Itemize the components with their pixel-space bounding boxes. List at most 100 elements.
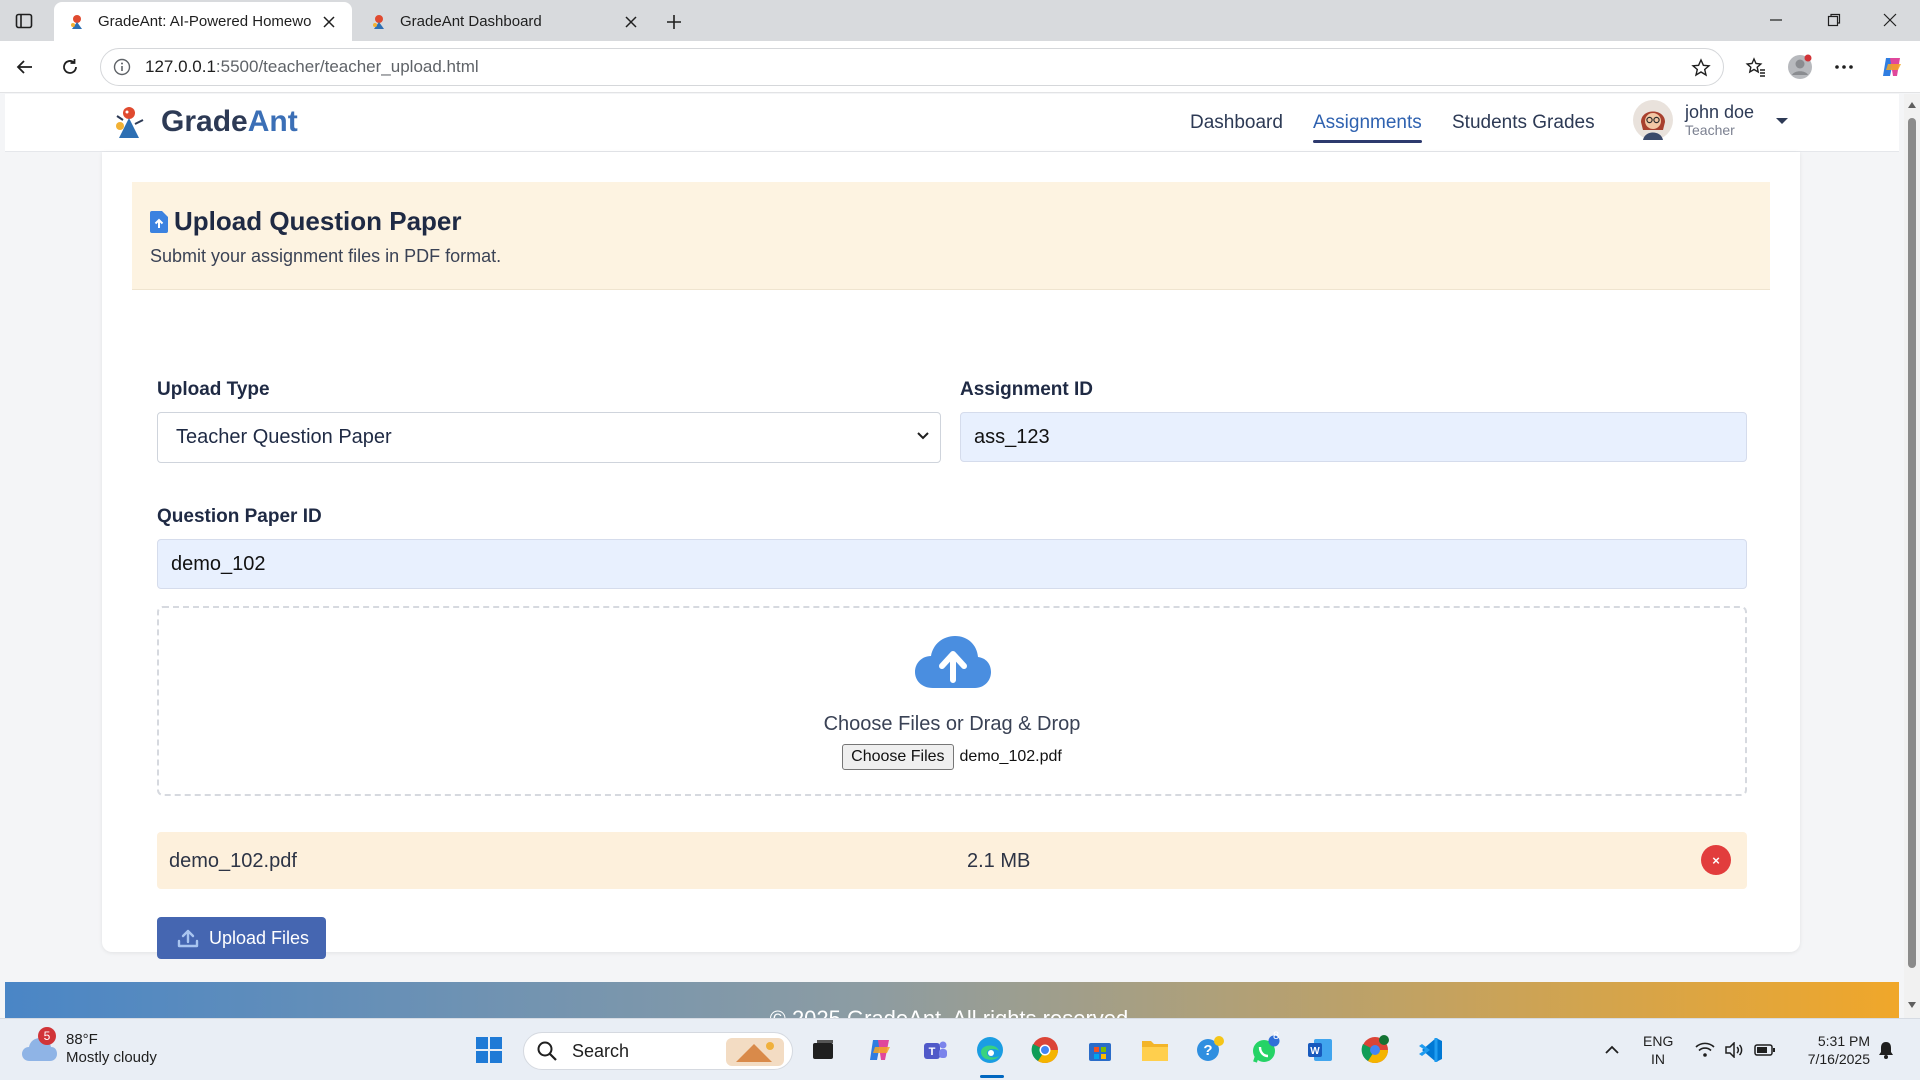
svg-text:?: ? bbox=[1203, 1042, 1212, 1059]
page-viewport: GradeAnt Dashboard Assignments Students … bbox=[0, 94, 1920, 1018]
active-app-indicator bbox=[980, 1075, 1004, 1078]
profile-icon[interactable] bbox=[1786, 53, 1814, 81]
scroll-up-icon[interactable] bbox=[1907, 100, 1917, 110]
language-line2: IN bbox=[1651, 1051, 1665, 1067]
file-upload-icon bbox=[150, 211, 168, 233]
weather-desc: Mostly cloudy bbox=[66, 1049, 157, 1066]
upload-files-label: Upload Files bbox=[209, 927, 310, 948]
taskbar-search[interactable]: Search bbox=[523, 1032, 793, 1070]
upload-type-label: Upload Type bbox=[157, 379, 270, 400]
remove-file-label: × bbox=[1712, 852, 1720, 868]
user-name: john doe bbox=[1685, 102, 1755, 122]
chrome-profile-icon[interactable] bbox=[1357, 1032, 1393, 1068]
upload-type-select[interactable]: Teacher Question Paper bbox=[157, 412, 941, 463]
choose-files-button[interactable]: Choose Files bbox=[842, 744, 954, 770]
question-paper-id-label: Question Paper ID bbox=[157, 506, 322, 527]
app-header: GradeAnt Dashboard Assignments Students … bbox=[5, 94, 1899, 152]
upload-banner: Upload Question Paper Submit your assign… bbox=[132, 182, 1770, 290]
scrollbar-thumb[interactable] bbox=[1908, 118, 1916, 968]
file-name: demo_102.pdf bbox=[169, 850, 297, 872]
clock-time: 5:31 PM bbox=[1817, 1033, 1870, 1049]
upload-type-value: Teacher Question Paper bbox=[176, 426, 392, 448]
copilot-taskbar-icon[interactable] bbox=[862, 1032, 898, 1068]
microsoft-store-icon[interactable] bbox=[1082, 1032, 1118, 1068]
close-tab-icon[interactable] bbox=[622, 13, 640, 31]
dropzone-text: Choose Files or Drag & Drop bbox=[823, 713, 1081, 735]
chevron-up-icon[interactable] bbox=[1594, 1032, 1630, 1068]
whatsapp-icon[interactable]: 8 bbox=[1247, 1030, 1283, 1068]
task-view-icon[interactable] bbox=[805, 1032, 841, 1068]
upload-card: Upload Question Paper Submit your assign… bbox=[102, 152, 1800, 959]
close-tab-icon[interactable] bbox=[320, 13, 338, 31]
scroll-down-icon[interactable] bbox=[1907, 1000, 1917, 1010]
page-title: Upload Question Paper bbox=[174, 206, 462, 236]
brand[interactable]: GradeAnt bbox=[111, 104, 298, 140]
close-window-icon[interactable] bbox=[1870, 6, 1910, 34]
user-info: john doe Teacher bbox=[1685, 102, 1754, 138]
chosen-file-name: demo_102.pdf bbox=[959, 748, 1062, 765]
back-icon[interactable] bbox=[11, 53, 39, 81]
brand-name-main: Grade bbox=[161, 105, 248, 138]
minimize-icon[interactable] bbox=[1756, 6, 1796, 34]
upload-files-button[interactable]: Upload Files bbox=[157, 917, 326, 959]
caret-down-icon[interactable] bbox=[1775, 116, 1789, 126]
upload-icon bbox=[177, 927, 199, 949]
file-explorer-icon[interactable] bbox=[1137, 1032, 1173, 1068]
user-role: Teacher bbox=[1685, 122, 1735, 138]
page-scrollbar[interactable] bbox=[1904, 94, 1920, 1018]
teams-icon[interactable]: T bbox=[917, 1032, 953, 1068]
remove-file-button[interactable]: × bbox=[1701, 845, 1731, 875]
file-dropzone[interactable]: Choose Files or Drag & Drop Choose Files… bbox=[157, 606, 1747, 796]
help-icon[interactable]: ? bbox=[1192, 1032, 1228, 1068]
question-paper-id-value: demo_102 bbox=[171, 552, 266, 575]
page-footer: © 2025 GradeAnt. All rights reserved. bbox=[5, 982, 1899, 1018]
chrome-icon[interactable] bbox=[1027, 1032, 1063, 1068]
assignment-id-value: ass_123 bbox=[974, 425, 1050, 448]
edge-browser-icon[interactable] bbox=[972, 1032, 1008, 1068]
url-field[interactable]: 127.0.0.1:5500/teacher/teacher_upload.ht… bbox=[100, 48, 1724, 86]
user-profile[interactable]: john doe Teacher bbox=[1633, 100, 1754, 140]
more-options-icon[interactable] bbox=[1830, 53, 1858, 81]
notification-bell-icon[interactable] bbox=[1868, 1032, 1904, 1068]
assignment-id-field[interactable]: ass_123 bbox=[960, 412, 1747, 462]
cloud-upload-icon bbox=[915, 634, 991, 690]
language-indicator[interactable]: ENG IN bbox=[1643, 1032, 1673, 1068]
nav-dashboard[interactable]: Dashboard bbox=[1190, 112, 1283, 134]
page-subtitle: Submit your assignment files in PDF form… bbox=[150, 246, 502, 266]
address-bar-row: 127.0.0.1:5500/teacher/teacher_upload.ht… bbox=[0, 41, 1920, 93]
copilot-icon[interactable] bbox=[1878, 53, 1906, 81]
nav-students-grades[interactable]: Students Grades bbox=[1452, 112, 1595, 134]
footer-text: © 2025 GradeAnt. All rights reserved. bbox=[5, 1006, 1899, 1018]
brand-name: GradeAnt bbox=[161, 105, 298, 139]
weather-info: 88°F Mostly cloudy bbox=[66, 1031, 157, 1067]
new-tab-icon[interactable] bbox=[660, 8, 688, 36]
avatar bbox=[1633, 100, 1673, 140]
clock-date: 7/16/2025 bbox=[1807, 1051, 1870, 1067]
file-input-row: Choose Files demo_102.pdf bbox=[159, 744, 1745, 770]
clock[interactable]: 5:31 PM 7/16/2025 bbox=[1790, 1032, 1870, 1068]
site-info-icon[interactable] bbox=[113, 58, 131, 76]
weather-widget[interactable]: 5 88°F Mostly cloudy bbox=[20, 1027, 157, 1067]
brand-name-accent: Ant bbox=[247, 105, 298, 138]
url-path: :5500/teacher/teacher_upload.html bbox=[215, 57, 479, 76]
tab-actions-icon[interactable] bbox=[10, 7, 38, 35]
word-icon[interactable]: W bbox=[1302, 1032, 1338, 1068]
vscode-icon[interactable] bbox=[1412, 1032, 1448, 1068]
windows-taskbar: 5 88°F Mostly cloudy Search T ? 8 W ENG … bbox=[0, 1018, 1920, 1080]
nav-assignments[interactable]: Assignments bbox=[1313, 112, 1422, 143]
favorites-icon[interactable] bbox=[1742, 53, 1770, 81]
reload-icon[interactable] bbox=[56, 53, 84, 81]
search-icon bbox=[536, 1040, 558, 1062]
search-highlight-icon bbox=[726, 1038, 784, 1066]
tab-gradeant-dashboard[interactable]: GradeAnt Dashboard bbox=[356, 2, 654, 41]
assignment-id-label: Assignment ID bbox=[960, 379, 1094, 400]
svg-text:W: W bbox=[1310, 1046, 1320, 1057]
search-placeholder: Search bbox=[572, 1040, 630, 1061]
windows-start-icon[interactable] bbox=[471, 1032, 507, 1068]
favorite-star-icon[interactable] bbox=[1691, 58, 1711, 78]
restore-icon[interactable] bbox=[1814, 6, 1854, 34]
tab-gradeant-upload[interactable]: GradeAnt: AI-Powered Homework bbox=[54, 2, 352, 41]
battery-icon[interactable] bbox=[1747, 1032, 1783, 1068]
gradeant-logo-icon bbox=[111, 104, 147, 140]
question-paper-id-field[interactable]: demo_102 bbox=[157, 539, 1747, 589]
